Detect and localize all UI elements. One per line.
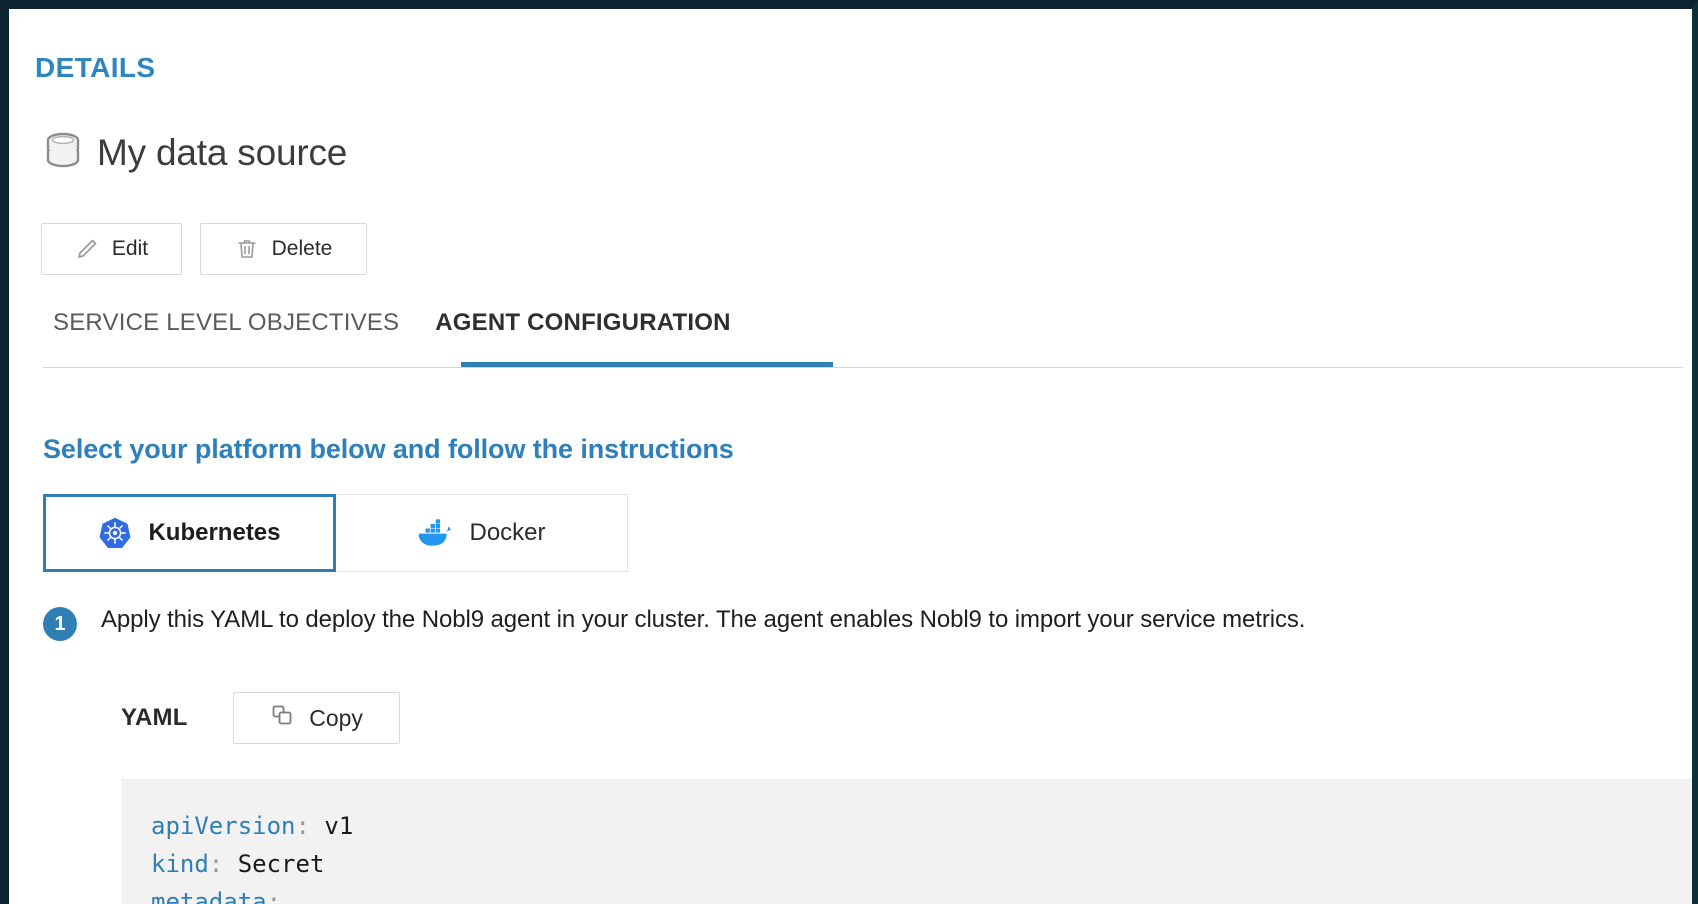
copy-icon [269, 702, 295, 734]
trash-icon [235, 237, 259, 261]
yaml-colon: : [208, 850, 224, 878]
edit-button[interactable]: Edit [41, 223, 182, 275]
tab-agent-configuration-label: AGENT CONFIGURATION [435, 309, 731, 336]
step-number-badge: 1 [43, 607, 77, 641]
platform-option-kubernetes-label: Kubernetes [148, 519, 281, 546]
tab-active-indicator [461, 362, 833, 367]
tab-agent-configuration[interactable]: AGENT CONFIGURATION [417, 309, 748, 359]
yaml-value: Secret [223, 850, 325, 878]
step-instruction-text: Apply this YAML to deploy the Nobl9 agen… [101, 606, 1306, 633]
database-icon [43, 132, 83, 174]
page-breadcrumb: DETAILS [35, 52, 156, 83]
platform-option-kubernetes[interactable]: Kubernetes [43, 494, 336, 572]
details-page: DETAILS My data source Edit Delete SERVI… [9, 9, 1692, 904]
yaml-colon: : [295, 812, 310, 840]
kubernetes-icon [98, 516, 132, 550]
page-title: My data source [97, 132, 348, 173]
section-heading: Select your platform below and follow th… [43, 434, 734, 464]
platform-selector: Kubernetes Docker [43, 494, 628, 572]
copy-button[interactable]: Copy [232, 692, 400, 744]
tab-service-level-objectives-label: SERVICE LEVEL OBJECTIVES [53, 309, 400, 336]
docker-icon [417, 519, 453, 547]
tab-divider [43, 367, 1683, 368]
platform-option-docker[interactable]: Docker [335, 494, 628, 572]
platform-option-docker-label: Docker [469, 519, 546, 546]
edit-button-label: Edit [111, 237, 149, 260]
code-line: kind: Secret [151, 845, 1692, 883]
yaml-code-block[interactable]: apiVersion: v1 kind: Secret metadata: [121, 779, 1692, 904]
code-line: apiVersion: v1 [151, 807, 1692, 845]
pencil-icon [75, 237, 99, 261]
yaml-key: kind [151, 850, 209, 878]
delete-button-label: Delete [271, 237, 333, 260]
yaml-value: v1 [309, 812, 354, 840]
datasource-title-row: My data source [43, 132, 347, 174]
yaml-key: apiVersion [151, 812, 296, 840]
copy-button-label: Copy [309, 704, 363, 731]
code-line: metadata: [151, 883, 1692, 904]
code-language-label: YAML [121, 704, 188, 731]
instruction-step-1: 1 Apply this YAML to deploy the Nobl9 ag… [43, 605, 1305, 641]
delete-button[interactable]: Delete [200, 223, 367, 275]
tab-bar: SERVICE LEVEL OBJECTIVES AGENT CONFIGURA… [35, 309, 749, 359]
app-window: DETAILS My data source Edit Delete SERVI… [0, 0, 1698, 904]
tab-service-level-objectives[interactable]: SERVICE LEVEL OBJECTIVES [35, 309, 417, 359]
datasource-actions: Edit Delete [41, 223, 367, 275]
yaml-key: metadata [151, 888, 267, 904]
code-block-header: YAML Copy [121, 692, 400, 744]
yaml-colon: : [266, 888, 282, 904]
